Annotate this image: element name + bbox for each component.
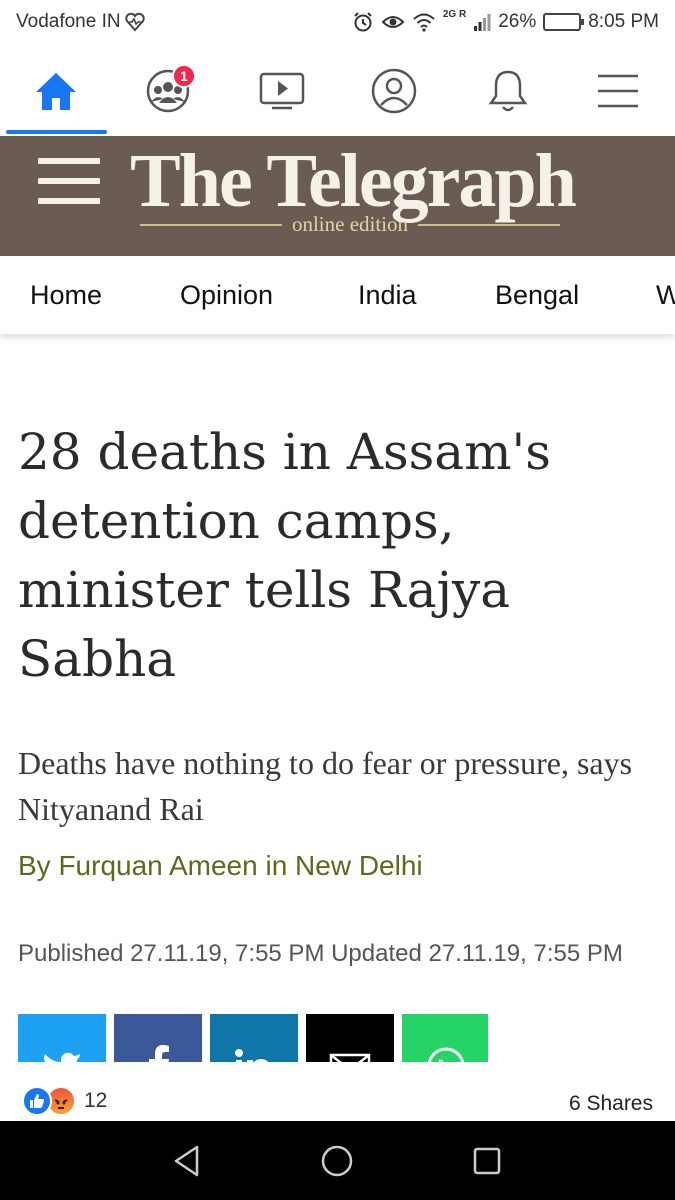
section-tab-india[interactable]: India [358, 280, 417, 311]
share-linkedin-button[interactable] [210, 1014, 298, 1062]
facebook-top-nav: 1 [0, 46, 675, 136]
groups-notification-badge: 1 [172, 64, 196, 88]
site-subtitle: online edition [140, 212, 561, 237]
site-subtitle-text: online edition [291, 212, 409, 236]
carrier-name: Vodafone IN [16, 11, 121, 32]
alarm-icon [354, 12, 372, 32]
whatsapp-icon [427, 1047, 465, 1062]
menu-icon [598, 74, 638, 108]
article-dates: Published 27.11.19, 7:55 PM Updated 27.1… [18, 940, 623, 967]
recents-icon [473, 1147, 501, 1175]
network-type: 2G R [442, 8, 467, 20]
nav-notifications-tab[interactable] [478, 64, 538, 118]
android-home-button[interactable] [317, 1141, 357, 1181]
battery-icon [543, 13, 585, 31]
profile-icon [371, 68, 417, 114]
clock: 8:05 PM [588, 11, 659, 32]
nav-profile-tab[interactable] [364, 64, 424, 118]
active-tab-indicator [6, 130, 107, 134]
email-icon [329, 1053, 371, 1062]
share-whatsapp-button[interactable] [402, 1014, 488, 1062]
section-tab-home[interactable]: Home [30, 280, 102, 311]
article-standfirst: Deaths have nothing to do fear or pressu… [18, 745, 633, 827]
share-email-button[interactable] [306, 1014, 394, 1062]
watch-icon [259, 72, 305, 110]
nav-groups-tab[interactable]: 1 [138, 64, 198, 118]
twitter-icon [44, 1052, 80, 1062]
linkedin-icon [235, 1049, 269, 1062]
android-recents-button[interactable] [467, 1141, 507, 1181]
home-icon [36, 73, 76, 110]
reactions-summary[interactable]: 12 [22, 1086, 107, 1116]
eye-icon [381, 16, 405, 28]
section-tab-bengal[interactable]: Bengal [495, 280, 579, 311]
section-tab-next[interactable]: W [656, 280, 675, 311]
share-buttons [18, 1014, 488, 1062]
back-icon [174, 1145, 199, 1177]
android-back-button[interactable] [167, 1141, 207, 1181]
site-header: The Telegraph [0, 136, 675, 256]
share-twitter-button[interactable] [18, 1014, 106, 1062]
reactions-count: 12 [84, 1089, 108, 1112]
article-byline[interactable]: By Furquan Ameen in New Delhi [18, 850, 423, 882]
android-nav-bar [0, 1121, 675, 1200]
heart-monitor-icon [124, 12, 145, 32]
shares-count[interactable]: 6 Shares [569, 1092, 653, 1116]
status-bar: Vodafone IN 2G R 26% 8:05 PM [0, 0, 675, 46]
facebook-icon [149, 1045, 169, 1062]
article-headline: 28 deaths in Assam's detention camps, mi… [18, 423, 551, 688]
like-reaction-icon [22, 1086, 52, 1116]
section-nav: Home Opinion India Bengal W [0, 256, 675, 334]
wifi-icon [413, 13, 435, 32]
site-hamburger-menu-icon[interactable] [38, 158, 100, 210]
notifications-icon [488, 70, 528, 112]
nav-home-tab[interactable] [26, 64, 86, 118]
nav-menu-tab[interactable] [588, 64, 648, 118]
nav-watch-tab[interactable] [252, 64, 312, 118]
share-facebook-button[interactable] [114, 1014, 202, 1062]
signal-icon [474, 14, 491, 31]
home-circle-icon [321, 1145, 353, 1177]
section-tab-opinion[interactable]: Opinion [180, 280, 273, 311]
battery-percent: 26% [498, 11, 537, 32]
